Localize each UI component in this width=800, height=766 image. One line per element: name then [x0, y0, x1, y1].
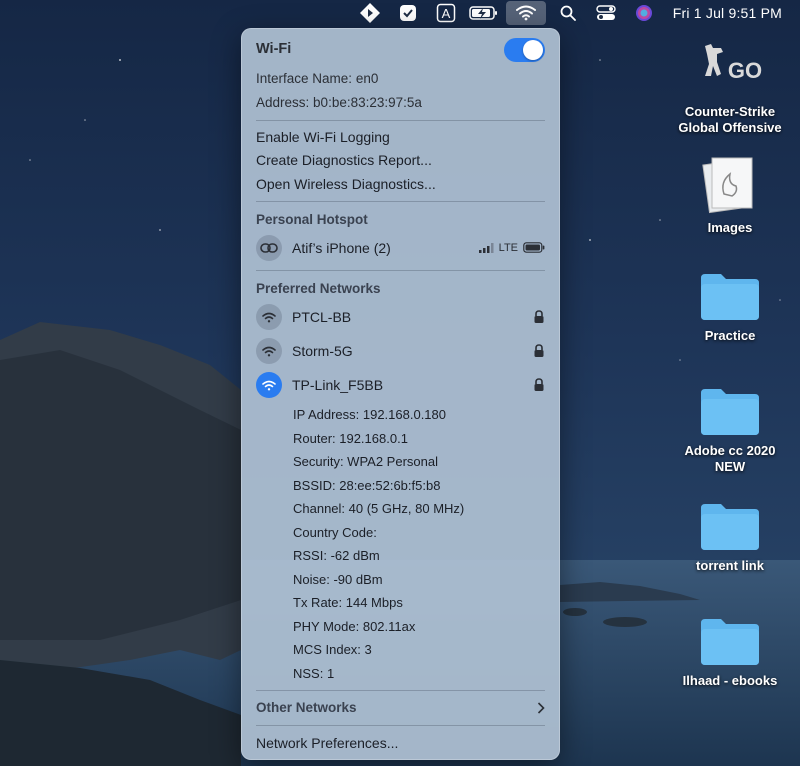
- desktop-item-label: Images: [707, 220, 753, 235]
- address-row: Address: b0:be:83:23:97:5a: [256, 95, 545, 110]
- divider: [256, 725, 545, 726]
- detail-country-code: Country Code:: [293, 525, 377, 540]
- lock-icon: [534, 310, 544, 323]
- detail-nss: NSS: 1: [293, 666, 335, 681]
- wifi-menu: Wi-Fi Interface Name: en0 Address: b0:be…: [241, 28, 560, 760]
- lock-icon: [534, 344, 544, 357]
- keyboard-a-icon[interactable]: A: [430, 1, 462, 25]
- desktop-item-ilhaad-ebooks[interactable]: Ilhaad - ebooks: [670, 615, 790, 689]
- interface-name-value: en0: [355, 71, 379, 86]
- svg-text:GO: GO: [728, 58, 762, 83]
- folder-icon: [701, 504, 759, 550]
- network-name: Storm-5G: [292, 343, 353, 359]
- menu-bar: A Fri 1 Jul 9:51 PM: [0, 0, 800, 26]
- desktop-item-images[interactable]: Images: [670, 152, 790, 236]
- divider: [256, 201, 545, 202]
- address-value: b0:be:83:23:97:5a: [313, 95, 422, 110]
- menu-bar-clock[interactable]: Fri 1 Jul 9:51 PM: [673, 5, 782, 21]
- interface-name-row: Interface Name: en0: [256, 71, 545, 86]
- open-wireless-diagnostics-item[interactable]: Open Wireless Diagnostics...: [256, 176, 545, 192]
- other-networks-label: Other Networks: [256, 700, 357, 715]
- desktop-item-label: Practice: [704, 328, 756, 343]
- search-icon[interactable]: [552, 1, 584, 25]
- wifi-icon[interactable]: [505, 1, 546, 25]
- siri-icon[interactable]: [628, 1, 660, 25]
- control-center-icon[interactable]: [590, 1, 622, 25]
- network-row-tp-link-f5bb[interactable]: TP-Link_F5BB: [256, 371, 545, 399]
- wifi-toggle[interactable]: [504, 38, 545, 62]
- create-diagnostics-report-item[interactable]: Create Diagnostics Report...: [256, 152, 545, 168]
- battery-icon: [523, 240, 545, 256]
- hotspot-device-row[interactable]: Atif’s iPhone (2) LTE: [256, 234, 545, 262]
- chevron-right-icon: [537, 702, 545, 714]
- address-label: Address:: [256, 95, 310, 110]
- detail-bssid: BSSID: 28:ee:52:6b:f5:b8: [293, 478, 441, 493]
- detail-mcs-index: MCS Index: 3: [293, 642, 372, 657]
- divider: [256, 270, 545, 271]
- desktop-item-label: torrent link: [696, 558, 764, 573]
- svg-text:A: A: [441, 6, 450, 21]
- battery-charging-icon[interactable]: [468, 1, 500, 25]
- divider: [256, 120, 545, 121]
- hotspot-link-icon: [256, 235, 282, 261]
- other-networks-item[interactable]: Other Networks: [256, 700, 545, 715]
- cellular-signal-icon: [478, 243, 495, 253]
- detail-noise: Noise: -90 dBm: [293, 572, 383, 587]
- desktop-item-label: Counter-Strike Global Offensive: [678, 104, 782, 135]
- detail-ip-address: IP Address: 192.168.0.180: [293, 407, 446, 422]
- preferred-networks-title: Preferred Networks: [256, 281, 381, 296]
- network-name: TP-Link_F5BB: [292, 377, 384, 393]
- checkbox-icon[interactable]: [392, 1, 424, 25]
- desktop-item-adobe-cc-2020[interactable]: Adobe cc 2020 NEW: [670, 385, 790, 475]
- desktop-item-torrent-link[interactable]: torrent link: [670, 500, 790, 574]
- detail-router: Router: 192.168.0.1: [293, 431, 408, 446]
- detail-rssi: RSSI: -62 dBm: [293, 548, 380, 563]
- network-name: PTCL-BB: [292, 309, 352, 325]
- folder-icon: [701, 389, 759, 435]
- wifi-signal-icon: [256, 304, 282, 330]
- kite-icon[interactable]: [354, 1, 386, 25]
- wifi-menu-title: Wi-Fi: [256, 41, 292, 57]
- detail-security: Security: WPA2 Personal: [293, 454, 438, 469]
- interface-name-label: Interface Name:: [256, 71, 353, 86]
- lock-icon: [534, 378, 544, 391]
- hotspot-device-name: Atif’s iPhone (2): [292, 240, 391, 256]
- detail-phy-mode: PHY Mode: 802.11ax: [293, 619, 416, 634]
- toggle-knob: [523, 40, 543, 60]
- detail-channel: Channel: 40 (5 GHz, 80 MHz): [293, 501, 465, 516]
- desktop-item-practice[interactable]: Practice: [670, 270, 790, 344]
- wifi-connected-icon: [256, 372, 282, 398]
- desktop-item-csgo[interactable]: GO Counter-Strike Global Offensive: [670, 38, 790, 136]
- desktop-item-label: Adobe cc 2020 NEW: [684, 443, 776, 474]
- enable-wifi-logging-item[interactable]: Enable Wi-Fi Logging: [256, 129, 545, 145]
- wifi-signal-icon: [256, 338, 282, 364]
- divider: [256, 690, 545, 691]
- folder-icon: [701, 274, 759, 320]
- desktop-item-label: Ilhaad - ebooks: [682, 673, 778, 688]
- personal-hotspot-title: Personal Hotspot: [256, 212, 368, 227]
- images-icon: [702, 157, 753, 214]
- network-row-storm-5g[interactable]: Storm-5G: [256, 337, 545, 365]
- folder-icon: [701, 619, 759, 665]
- csgo-icon: GO: [705, 44, 762, 83]
- signal-type-label: LTE: [498, 242, 518, 254]
- detail-tx-rate: Tx Rate: 144 Mbps: [293, 595, 403, 610]
- network-row-ptcl-bb[interactable]: PTCL-BB: [256, 303, 545, 331]
- network-preferences-item[interactable]: Network Preferences...: [256, 735, 545, 751]
